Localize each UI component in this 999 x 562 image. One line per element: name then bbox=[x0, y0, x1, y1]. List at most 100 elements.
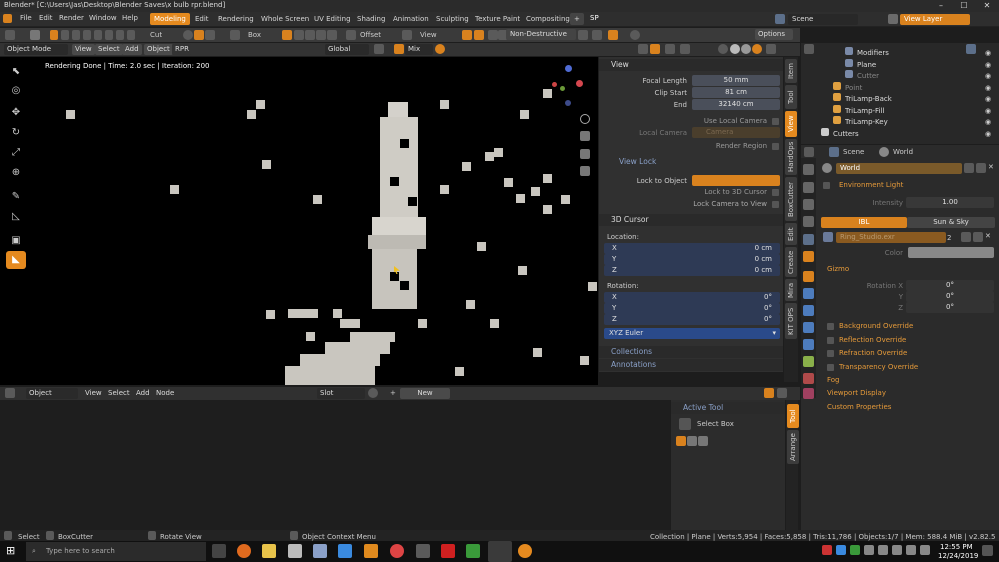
tab-item[interactable]: Item bbox=[785, 59, 797, 83]
properties-type-icon[interactable] bbox=[804, 147, 814, 157]
outliner-row[interactable]: Cutter ◉ bbox=[801, 69, 999, 80]
snap-magnet-icon[interactable] bbox=[394, 44, 404, 54]
close-button[interactable]: ✕ bbox=[976, 0, 998, 12]
app-icon[interactable] bbox=[313, 544, 327, 558]
cursor-rotation-z[interactable]: Z 0° bbox=[604, 314, 780, 325]
local-camera-field[interactable]: Camera bbox=[692, 127, 780, 138]
scene-tab-icon[interactable] bbox=[829, 147, 839, 157]
workspace-tab-uv-editing[interactable]: UV Editing bbox=[310, 13, 355, 25]
outliner-row[interactable]: TriLamp-Back ◉ bbox=[801, 92, 999, 103]
fake-user-icon-2[interactable] bbox=[961, 232, 971, 242]
scene-properties-icon[interactable] bbox=[803, 234, 814, 245]
menu-edit[interactable]: Edit bbox=[39, 14, 53, 22]
option-icon-2[interactable] bbox=[305, 30, 315, 40]
visibility-icon[interactable] bbox=[638, 44, 648, 54]
ngon-shape-icon[interactable] bbox=[205, 30, 215, 40]
workspace-tab-whole-screen[interactable]: Whole Screen bbox=[257, 13, 313, 25]
scene-tab-label[interactable]: Scene bbox=[843, 148, 864, 156]
outliner-row[interactable]: Modifiers ◉ bbox=[801, 46, 999, 57]
volume-icon[interactable] bbox=[906, 545, 916, 555]
slot-dropdown[interactable]: Slot bbox=[317, 388, 365, 399]
orientation-dropdown[interactable]: Global bbox=[325, 44, 369, 55]
view-section-header[interactable]: View bbox=[599, 59, 783, 71]
tab-create[interactable]: Create bbox=[785, 247, 797, 277]
offset-label[interactable]: Offset bbox=[360, 31, 381, 39]
mode-icon-7[interactable] bbox=[116, 30, 124, 40]
editor-type-icon[interactable] bbox=[5, 30, 15, 40]
new-material-plus-icon[interactable]: + bbox=[390, 389, 396, 397]
environment-light-header[interactable]: Environment Light bbox=[839, 181, 903, 189]
ibl-toggle[interactable]: IBL bbox=[821, 217, 907, 228]
notifications-icon[interactable] bbox=[982, 545, 993, 556]
hdr-image-field[interactable]: Ring_Studio.exr bbox=[836, 232, 946, 243]
world-tab-label[interactable]: World bbox=[893, 148, 913, 156]
nondestructive-dropdown[interactable]: Non-Destructive bbox=[506, 29, 576, 40]
mode-icon-2[interactable] bbox=[61, 30, 69, 40]
overlay-icon[interactable] bbox=[665, 44, 675, 54]
vlc-icon[interactable] bbox=[364, 544, 378, 558]
3d-viewport[interactable]: Rendering Done | Time: 2.0 sec | Iterati… bbox=[0, 57, 598, 385]
texture-properties-icon[interactable] bbox=[803, 388, 814, 399]
store-icon[interactable] bbox=[338, 544, 352, 558]
menu-window[interactable]: Window bbox=[89, 14, 117, 22]
blender-taskbar-icon-2[interactable] bbox=[518, 544, 532, 558]
network-icon[interactable] bbox=[892, 545, 902, 555]
node-select-menu[interactable]: Select bbox=[105, 388, 133, 399]
cursor-location-y[interactable]: Y 0 cm bbox=[604, 254, 780, 265]
view-lock-subheader[interactable]: View Lock bbox=[599, 156, 783, 168]
new-material-button[interactable]: New bbox=[400, 388, 450, 399]
render-region-checkbox[interactable] bbox=[772, 143, 779, 150]
blender-logo-icon[interactable] bbox=[3, 14, 12, 23]
tray-icon-2[interactable] bbox=[836, 545, 846, 555]
color-swatch[interactable] bbox=[908, 247, 994, 258]
cursor-tool-icon[interactable]: ◎ bbox=[6, 82, 26, 100]
download-icon[interactable] bbox=[578, 30, 588, 40]
firefox-icon[interactable] bbox=[237, 544, 251, 558]
shape-icon[interactable] bbox=[230, 30, 240, 40]
select-mode-subtract-icon[interactable] bbox=[698, 436, 708, 446]
menu-file[interactable]: File bbox=[20, 14, 32, 22]
workspace-tab-animation[interactable]: Animation bbox=[389, 13, 433, 25]
intensity-field[interactable]: 1.00 bbox=[906, 197, 994, 208]
world-name-field[interactable]: World bbox=[836, 163, 962, 174]
workspace-tab-compositing[interactable]: Compositing bbox=[522, 13, 574, 25]
shading-options-icon[interactable] bbox=[766, 44, 776, 54]
mix-dropdown[interactable]: Mix bbox=[405, 44, 433, 55]
view-icon[interactable] bbox=[402, 30, 412, 40]
cursor-rotation-x[interactable]: X 0° bbox=[604, 292, 780, 303]
select-mode-new-icon[interactable] bbox=[676, 436, 686, 446]
mode-icon-3[interactable] bbox=[72, 30, 80, 40]
cursor-location-x[interactable]: X 0 cm bbox=[604, 243, 780, 254]
node-add-menu[interactable]: Add bbox=[133, 388, 153, 399]
menu-render[interactable]: Render bbox=[59, 14, 84, 22]
render-properties-icon[interactable] bbox=[803, 182, 814, 193]
grid-icon[interactable] bbox=[580, 166, 590, 176]
zoom-icon[interactable] bbox=[580, 114, 590, 124]
measure-tool-icon[interactable]: ◺ bbox=[6, 208, 26, 226]
material-sphere-icon[interactable] bbox=[368, 388, 378, 398]
outliner-row[interactable]: Point ◉ bbox=[801, 81, 999, 92]
select-mode-extend-icon[interactable] bbox=[687, 436, 697, 446]
collections-header[interactable]: Collections bbox=[599, 346, 783, 358]
add-workspace-button[interactable]: + bbox=[570, 13, 584, 25]
duplicate-icon[interactable] bbox=[976, 163, 986, 173]
app-icon-3[interactable] bbox=[416, 544, 430, 558]
view-layer-properties-icon[interactable] bbox=[803, 216, 814, 227]
file-explorer-icon[interactable] bbox=[262, 544, 276, 558]
unlink-close-icon[interactable]: ✕ bbox=[988, 163, 998, 173]
rotate-tool-icon[interactable]: ↻ bbox=[6, 124, 26, 142]
minimize-button[interactable]: – bbox=[930, 0, 952, 12]
transform-tool-icon[interactable]: ⊕ bbox=[6, 164, 26, 182]
tray-icon-4[interactable] bbox=[864, 545, 874, 555]
gizmo-y-axis-icon[interactable] bbox=[560, 86, 565, 91]
fog-header[interactable]: Fog bbox=[827, 376, 840, 384]
annotate-tool-icon[interactable]: ✎ bbox=[6, 188, 26, 206]
tab-view[interactable]: View bbox=[785, 111, 797, 137]
move-tool-icon[interactable]: ✥ bbox=[6, 104, 26, 122]
override-checkbox[interactable] bbox=[827, 323, 834, 330]
settings-gear-icon[interactable] bbox=[592, 30, 602, 40]
custom-properties-header[interactable]: Custom Properties bbox=[827, 403, 891, 411]
duplicate-icon-2[interactable] bbox=[973, 232, 983, 242]
option-icon-3[interactable] bbox=[316, 30, 326, 40]
constraints-properties-icon[interactable] bbox=[803, 339, 814, 350]
